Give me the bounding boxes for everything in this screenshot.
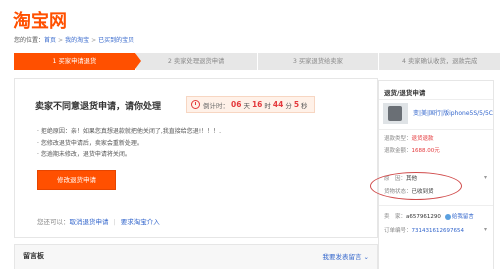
divider bbox=[379, 99, 493, 100]
order-number-link[interactable]: 731431612697654 bbox=[412, 228, 465, 234]
order-summary-panel: 退货/退货申请 变|美|国行|版iphone5S/5/5C 退款类型：退货退款 … bbox=[378, 80, 494, 269]
reason-row: 原 因：其他 bbox=[384, 174, 417, 182]
countdown-hours: 16 bbox=[251, 100, 263, 109]
overdue-hint: · 您逾期未修改，退货申请将关闭。 bbox=[37, 151, 131, 158]
reason-value: 其他 bbox=[406, 176, 418, 182]
refund-type-value: 退货退款 bbox=[411, 136, 434, 142]
post-message-link[interactable]: 我要发表留言 ⌄ bbox=[322, 251, 369, 261]
message-board: 留言板 我要发表留言 ⌄ bbox=[14, 244, 378, 269]
countdown-minutes: 44 bbox=[272, 100, 284, 109]
breadcrumb-separator: > bbox=[58, 37, 64, 44]
breadcrumb-bought-items[interactable]: 已买到的宝贝 bbox=[98, 37, 134, 44]
refusal-info: · 拒绝原因：亲！如果您真想退款就把他关闭了,我直接给您退!！！！. · 您修改… bbox=[37, 126, 221, 161]
step-seller-process: 2 卖家处理退货申请 bbox=[134, 53, 257, 70]
message-board-title: 留言板 bbox=[23, 252, 44, 260]
modify-return-request-button[interactable]: 修改退货申请 bbox=[37, 170, 116, 190]
step-buyer-return: 3 买家退货给卖家 bbox=[256, 53, 379, 70]
alternative-actions: 您还可以：取消退货申请 | 要求淘宝介入 bbox=[37, 216, 160, 226]
breadcrumb: 您的位置：首页 > 我的淘宝 > 已买到的宝贝 bbox=[14, 35, 134, 44]
seller-label: 卖 家： bbox=[384, 214, 407, 220]
product-name-link[interactable]: 变|美|国行|版iphone5S/5/5C bbox=[413, 108, 493, 117]
breadcrumb-home[interactable]: 首页 bbox=[44, 37, 56, 44]
hours-unit: 时 bbox=[264, 101, 271, 110]
cancel-request-link[interactable]: 取消退货申请 bbox=[70, 218, 109, 226]
refund-type-row: 退款类型：退货退款 bbox=[384, 134, 434, 142]
countdown-seconds: 5 bbox=[293, 100, 300, 109]
refund-amount-row: 退款金额：1688.00元 bbox=[384, 146, 440, 154]
seconds-unit: 秒 bbox=[301, 101, 308, 110]
post-message-label: 我要发表留言 bbox=[322, 253, 362, 261]
panel-title: 退货/退货申请 bbox=[384, 89, 426, 97]
expand-chevron-icon[interactable]: ▾ bbox=[484, 174, 487, 181]
divider: | bbox=[113, 218, 116, 226]
modify-hint: · 您修改退货申请后，卖家会重新处理。 bbox=[37, 139, 143, 147]
breadcrumb-my-taobao[interactable]: 我的淘宝 bbox=[65, 37, 89, 44]
contact-seller-link[interactable]: 给我留言 bbox=[452, 214, 474, 220]
step-buyer-apply: 1 买家申请退货 bbox=[14, 53, 141, 70]
refusal-reason: · 拒绝原因：亲！如果您真想退款就把他关闭了,我直接给您退!！！！. bbox=[37, 128, 222, 135]
chevron-down-icon: ⌄ bbox=[363, 253, 369, 261]
step-seller-confirm: 4 卖家确认收货，退款完成 bbox=[378, 53, 500, 70]
breadcrumb-separator: > bbox=[91, 37, 97, 44]
divider bbox=[379, 205, 493, 206]
taobao-logo[interactable]: 淘宝网 bbox=[13, 7, 67, 33]
minutes-unit: 分 bbox=[285, 101, 292, 110]
refund-amount-label: 退款金额： bbox=[384, 148, 412, 154]
reason-label: 原 因： bbox=[384, 176, 407, 182]
refund-type-label: 退款类型： bbox=[384, 136, 412, 142]
refund-main-panel: 卖家不同意退货申请，请你处理 倒计时： 06 天 16 时 44 分 5秒 · 拒绝原… bbox=[14, 78, 378, 238]
alt-prefix: 您还可以： bbox=[37, 218, 70, 226]
progress-steps: 1 买家申请退货 2 卖家处理退货申请 3 买家退货给卖家 4 卖家确认收货，退… bbox=[14, 53, 500, 70]
countdown-days: 06 bbox=[231, 100, 242, 109]
goods-status-value: 已收到货 bbox=[411, 189, 434, 195]
breadcrumb-prefix: 您的位置： bbox=[14, 37, 45, 44]
request-taobao-intervene-link[interactable]: 要求淘宝介入 bbox=[121, 218, 160, 226]
divider bbox=[379, 129, 493, 130]
wangwang-icon[interactable] bbox=[444, 213, 451, 220]
page-title: 卖家不同意退货申请，请你处理 bbox=[35, 102, 162, 112]
seller-row: 卖 家：a657961290 给我留言 bbox=[384, 212, 474, 220]
clock-icon bbox=[191, 100, 200, 109]
goods-status-row: 货物状态：已收到货 bbox=[384, 187, 434, 195]
days-unit: 天 bbox=[243, 101, 250, 110]
countdown-timer: 倒计时： 06 天 16 时 44 分 5秒 bbox=[186, 96, 315, 113]
expand-chevron-icon[interactable]: ▾ bbox=[484, 226, 487, 233]
seller-name: a657961290 bbox=[406, 214, 441, 220]
countdown-label: 倒计时： bbox=[203, 101, 229, 110]
goods-status-label: 货物状态： bbox=[384, 189, 412, 195]
order-number-label: 订单编号： bbox=[384, 228, 412, 234]
refund-amount-value: 1688.00元 bbox=[411, 148, 440, 154]
product-thumbnail[interactable] bbox=[383, 103, 408, 124]
order-number-row: 订单编号：731431612697654 bbox=[384, 226, 464, 234]
